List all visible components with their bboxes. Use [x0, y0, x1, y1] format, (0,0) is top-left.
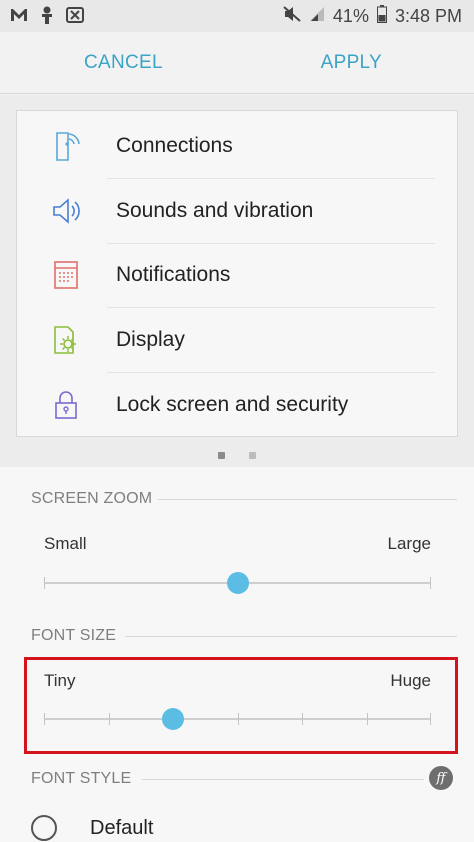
screen-zoom-max-label: Large [387, 534, 431, 553]
box-app-icon [66, 6, 84, 24]
default-font-label[interactable]: Default [90, 817, 153, 840]
lock-icon [51, 389, 81, 421]
font-size-slider[interactable] [44, 708, 431, 730]
preview-item-label: Lock screen and security [116, 393, 349, 416]
preview-item-display: Display [17, 308, 457, 373]
page-indicator [0, 452, 474, 459]
screen-zoom-slider[interactable] [44, 572, 431, 594]
apply-button[interactable]: APPLY [321, 52, 382, 74]
notifications-icon [51, 259, 81, 291]
preview-item-label: Connections [116, 134, 233, 157]
preview-area[interactable]: Connections Sounds and vibration Notific… [0, 95, 474, 467]
speaker-icon [51, 195, 81, 227]
section-divider [142, 779, 424, 780]
page-dot-2 [249, 452, 256, 459]
preview-item-lock-screen: Lock screen and security [17, 373, 457, 438]
slider-tick [238, 713, 239, 725]
font-size-title: FONT SIZE [31, 627, 117, 644]
slider-tick [430, 577, 431, 589]
person-icon [38, 6, 56, 24]
slider-tick [430, 713, 431, 725]
settings-preview-card: Connections Sounds and vibration Notific… [16, 110, 458, 437]
display-brightness-icon [51, 324, 81, 356]
clock: 3:48 PM [394, 6, 462, 26]
slider-tick [109, 713, 110, 725]
font-style-icon[interactable]: ff [429, 766, 453, 790]
gmail-icon [10, 6, 28, 24]
slider-tick [302, 713, 303, 725]
status-right: 41% 3:48 PM [283, 5, 462, 28]
cancel-button[interactable]: CANCEL [84, 52, 163, 74]
preview-item-sounds: Sounds and vibration [17, 179, 457, 244]
font-size-thumb[interactable] [162, 708, 184, 730]
page-dot-1 [218, 452, 225, 459]
preview-item-label: Notifications [116, 263, 231, 286]
font-style-title: FONT STYLE [31, 770, 132, 787]
default-font-radio[interactable] [31, 815, 57, 841]
slider-tick [367, 713, 368, 725]
connections-icon [51, 130, 81, 162]
status-left-icons [10, 6, 84, 24]
screen-zoom-min-label: Small [44, 534, 87, 553]
section-divider [125, 636, 457, 637]
font-size-min-label: Tiny [44, 671, 76, 690]
preview-item-label: Sounds and vibration [116, 199, 314, 222]
mute-icon [283, 6, 301, 27]
status-bar: 41% 3:48 PM [0, 0, 474, 32]
preview-item-connections: Connections [17, 114, 457, 179]
preview-item-notifications: Notifications [17, 243, 457, 308]
preview-item-label: Display [116, 328, 185, 351]
section-divider [158, 499, 457, 500]
signal-icon [309, 6, 325, 27]
action-bar: CANCEL APPLY [0, 32, 474, 94]
slider-tick [44, 577, 45, 589]
battery-icon [376, 5, 387, 28]
screen-zoom-thumb[interactable] [226, 572, 249, 594]
battery-percent: 41% [332, 6, 369, 26]
font-size-max-label: Huge [390, 671, 431, 690]
slider-tick [44, 713, 45, 725]
screen-zoom-title: SCREEN ZOOM [31, 490, 153, 507]
